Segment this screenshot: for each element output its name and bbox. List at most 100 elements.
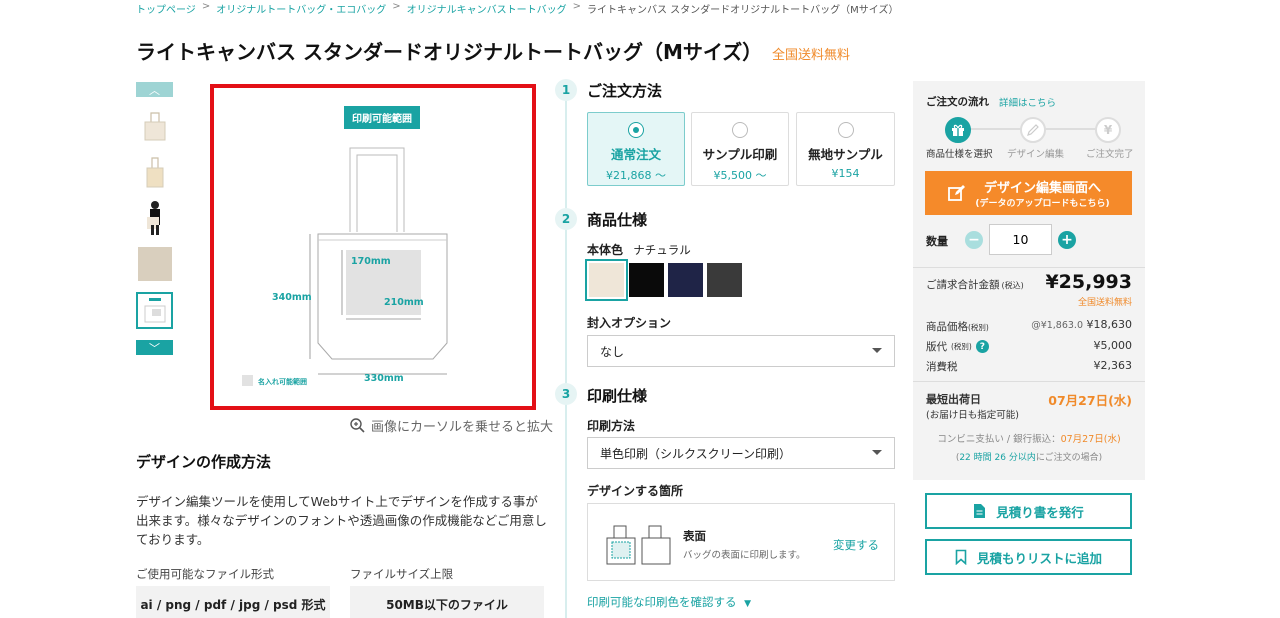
thumbnail-print-area[interactable] xyxy=(136,292,173,329)
price-tax-note: (税別) xyxy=(968,323,989,332)
tote-bag-front-back-icon xyxy=(606,525,671,565)
quantity-decrease-button[interactable]: − xyxy=(965,231,983,249)
step-line xyxy=(565,100,567,618)
bag-width-label: 330mm xyxy=(364,373,404,384)
zoom-hint: 画像にカーソルを乗せると拡大 xyxy=(350,416,553,435)
name-area-label: 名入れ可能範囲 xyxy=(258,378,307,386)
print-width-label: 210mm xyxy=(384,297,424,308)
plate-tax-note: (税別) xyxy=(951,342,972,351)
enclosure-select-value: なし xyxy=(600,344,625,359)
design-method-description: デザイン編集ツールを使用してWebサイト上でデザインを作成する事が出来ます。様々… xyxy=(136,494,547,547)
plate-value: ¥5,000 xyxy=(1093,339,1133,352)
issue-quote-label: 見積り書を発行 xyxy=(996,504,1084,520)
design-editor-button[interactable]: デザイン編集画面へ (データのアップロードもこちら) xyxy=(925,171,1132,215)
total-amount: ¥25,993 xyxy=(1045,271,1132,293)
chevron-down-icon: ﹀ xyxy=(149,341,160,355)
breadcrumb: トップページ > オリジナルトートバッグ・エコバッグ > オリジナルキャンバスト… xyxy=(136,1,899,16)
tote-bag-diagram xyxy=(242,147,448,386)
step-number-3: 3 xyxy=(555,383,577,405)
payment-deadline-row: コンビニ支払い / 銀行振込：07月27日(水) xyxy=(913,431,1145,445)
thumbnail-bag-model[interactable] xyxy=(136,199,173,236)
flow-label-complete: ご注文完了 xyxy=(1086,149,1134,160)
deadline-time: 22 時間 26 分以内 xyxy=(959,453,1036,463)
enclosure-label: 封入オプション xyxy=(587,316,672,330)
design-location-desc: バッグの表面に印刷します。 xyxy=(683,550,806,561)
zoom-in-icon xyxy=(350,418,365,433)
thumbnail-bag-front[interactable] xyxy=(136,107,173,144)
order-option-blank-sample[interactable]: 無地サンプル ¥154 xyxy=(796,112,895,186)
print-colors-link[interactable]: 印刷可能な印刷色を確認する ▼ xyxy=(587,594,751,610)
add-to-quote-list-button[interactable]: 見積もりリストに追加 xyxy=(925,539,1132,575)
breadcrumb-separator: > xyxy=(572,1,581,12)
document-icon xyxy=(974,504,986,518)
issue-quote-button[interactable]: 見積り書を発行 xyxy=(925,493,1132,529)
triangle-down-icon: ▼ xyxy=(744,599,752,609)
conv-label: コンビニ支払い / 銀行振込： xyxy=(937,434,1061,445)
divider xyxy=(913,267,1145,268)
enclosure-select[interactable]: なし xyxy=(587,335,895,367)
plate-label: 版代 xyxy=(926,341,947,353)
price-unit: @¥1,863.0 xyxy=(1031,320,1083,331)
thumbnail-bag-side[interactable] xyxy=(136,153,173,190)
model-thumbnail-icon xyxy=(146,200,160,235)
caret-down-icon xyxy=(872,450,882,455)
order-flow-details-link[interactable]: 詳細はこちら xyxy=(999,95,1056,109)
color-swatch-navy[interactable] xyxy=(668,263,703,297)
design-location-card: 表面 バッグの表面に印刷します。 変更する xyxy=(587,503,895,581)
order-summary-panel: ご注文の流れ 詳細はこちら ¥ 商品仕様を選択 デザイン編集 ご注文完了 デザイ… xyxy=(913,81,1145,480)
add-to-quote-list-label: 見積もりリストに追加 xyxy=(976,550,1102,566)
cta-main-label: デザイン編集画面へ xyxy=(983,181,1101,196)
body-color-row: 本体色 ナチュラル xyxy=(587,241,691,258)
tax-value: ¥2,363 xyxy=(1093,359,1133,372)
file-formats-value: ai / png / pdf / jpg / psd 形式 xyxy=(136,586,330,618)
ship-date-value: 07月27日(水) xyxy=(1048,393,1132,408)
thumbnail-scroll-up-button[interactable]: ︿ xyxy=(136,82,173,97)
chevron-up-icon: ︿ xyxy=(149,83,160,97)
help-icon[interactable]: ? xyxy=(975,340,989,353)
design-location-name: 表面 xyxy=(683,529,706,543)
order-deadline-row: (22 時間 26 分以内にご注文の場合) xyxy=(913,450,1145,463)
breadcrumb-link-top[interactable]: トップページ xyxy=(136,1,196,16)
flow-step-spec xyxy=(945,117,971,143)
price-value: ¥18,630 xyxy=(1086,318,1133,331)
print-method-select[interactable]: 単色印刷（シルクスクリーン印刷） xyxy=(587,437,895,469)
bag-height-label: 340mm xyxy=(272,292,312,303)
design-editor-button-text: デザイン編集画面へ (データのアップロードもこちら) xyxy=(975,177,1109,209)
color-swatch-black[interactable] xyxy=(629,263,664,297)
price-label: 商品価格 xyxy=(926,321,968,333)
free-shipping-badge: 全国送料無料 xyxy=(772,48,851,63)
file-size-label: ファイルサイズ上限 xyxy=(350,567,454,581)
radio-icon xyxy=(732,122,748,138)
cta-sub-label: (データのアップロードもこちら) xyxy=(975,199,1110,209)
main-product-image[interactable]: 印刷可能範囲 170mm 210mm 340mm 330mm 名入れ可能範囲 xyxy=(210,84,536,410)
order-method-heading: ご注文方法 xyxy=(587,82,663,100)
order-flow-title: ご注文の流れ xyxy=(926,96,989,108)
thumbnail-fabric[interactable] xyxy=(136,245,173,282)
breadcrumb-separator: > xyxy=(201,1,211,12)
change-location-link[interactable]: 変更する xyxy=(833,537,879,553)
order-option-name: サンプル印刷 xyxy=(702,147,778,162)
pencil-icon xyxy=(1027,124,1039,136)
page-title: ライトキャンバス スタンダードオリジナルトートバッグ（Mサイズ） xyxy=(136,40,763,64)
tote-bag-thumbnail-icon xyxy=(146,156,163,187)
tote-bag-thumbnail-icon xyxy=(144,111,165,140)
flow-step-design xyxy=(1020,117,1046,143)
deadline-close: にご注文の場合) xyxy=(1035,453,1103,463)
print-colors-link-text: 印刷可能な印刷色を確認する xyxy=(587,595,737,609)
order-option-price: ¥154 xyxy=(831,167,860,180)
thumbnail-scroll-down-button[interactable]: ﹀ xyxy=(136,340,173,355)
quantity-input[interactable] xyxy=(989,224,1052,255)
breadcrumb-current: ライトキャンバス スタンダードオリジナルトートバッグ（Mサイズ） xyxy=(586,5,899,16)
breadcrumb-link-totebags[interactable]: オリジナルトートバッグ・エコバッグ xyxy=(216,1,386,16)
quantity-increase-button[interactable]: + xyxy=(1058,231,1076,249)
fabric-texture-image xyxy=(137,246,172,281)
breadcrumb-link-canvas[interactable]: オリジナルキャンバストートバッグ xyxy=(407,1,567,16)
color-swatch-charcoal[interactable] xyxy=(707,263,742,297)
order-option-standard[interactable]: 通常注文 ¥21,868 〜 xyxy=(587,112,685,186)
divider xyxy=(913,381,1145,382)
order-option-sample-print[interactable]: サンプル印刷 ¥5,500 〜 xyxy=(691,112,789,186)
ship-date-label: 最短出荷日 xyxy=(926,393,981,406)
gift-icon xyxy=(952,124,964,136)
order-option-price: ¥21,868 〜 xyxy=(606,169,666,182)
color-swatch-natural[interactable] xyxy=(585,259,628,301)
